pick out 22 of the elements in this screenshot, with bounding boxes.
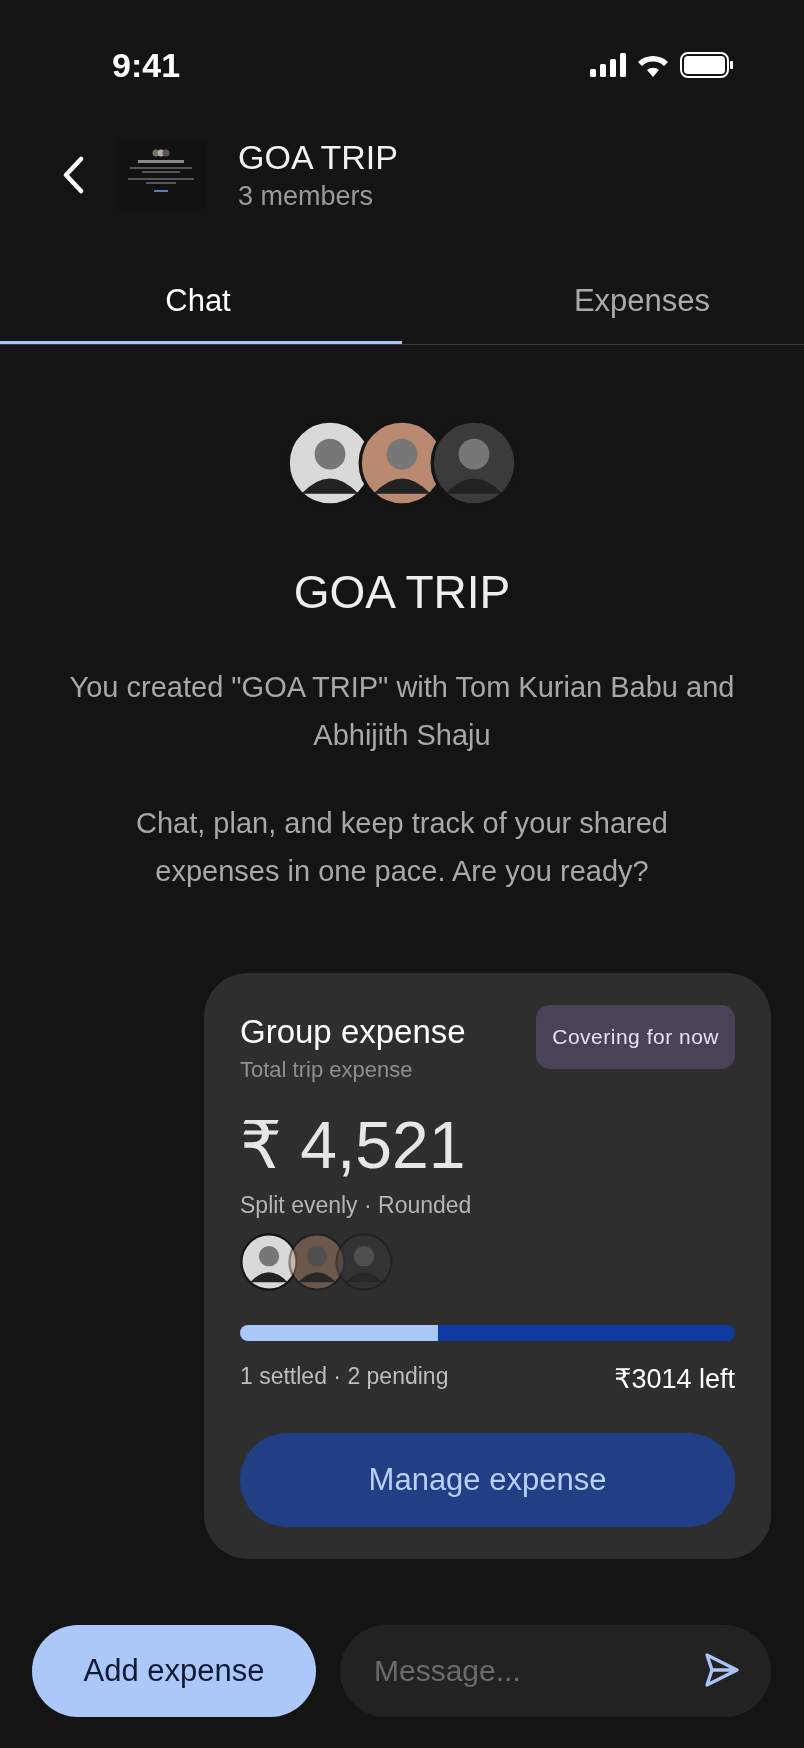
battery-icon [680,52,734,78]
expense-amount: ₹ 4,521 [240,1107,467,1184]
intro-text: You created "GOA TRIP" with Tom Kurian Babu and Abhijith Shaju [68,670,736,753]
card-subtitle: Total trip expense [240,1057,414,1083]
group-title: GOA TRIP [293,565,511,619]
tab[interactable]: Chat [0,260,402,344]
wifi-icon [636,53,670,77]
intro-text: Chat, plan, and keep track of your shared expenses in one pace. Are you ready? [135,806,669,889]
settlement-status: 1 settled · 2 pending [240,1363,449,1391]
status-time: 9:41 [112,45,181,85]
amount-left: ₹3014 left [614,1363,735,1395]
manage-expense-button[interactable]: Manage expense [240,1433,735,1527]
status-badge: Covering for now [536,1005,735,1069]
message-field[interactable]: Message... [340,1625,771,1717]
member-count: 3 members [238,181,375,212]
split-info: Split evenly · Rounded [240,1192,473,1219]
chat-title: GOA TRIP [238,138,398,177]
add-expense-button[interactable]: Add expense [32,1625,316,1717]
card-title: Group expense [240,1013,466,1051]
signal-icon [590,53,626,77]
message-input[interactable]: Message... [372,1653,701,1689]
tab[interactable]: Expenses [402,260,804,344]
